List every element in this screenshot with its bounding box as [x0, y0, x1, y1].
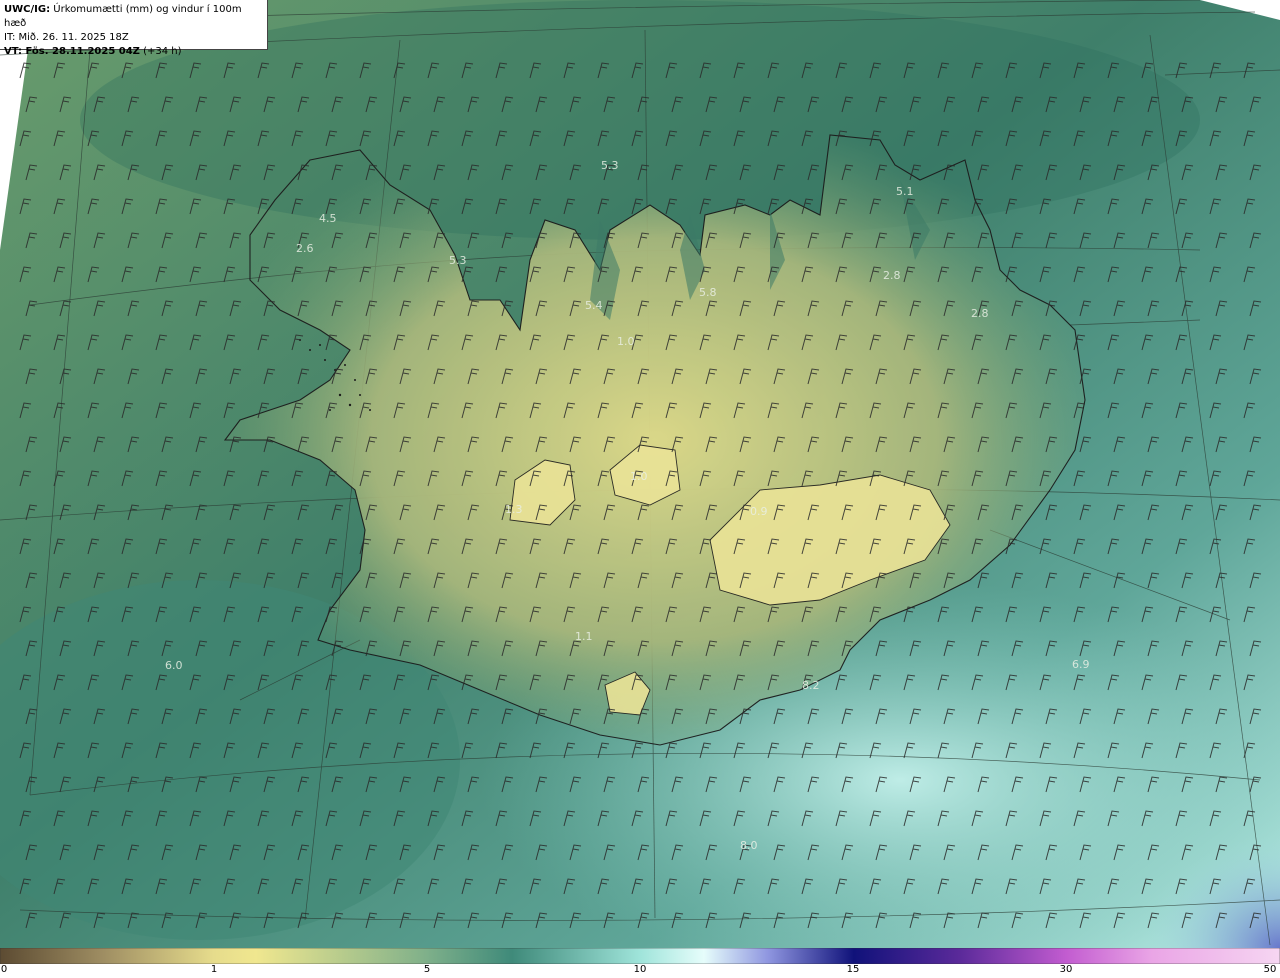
value-label: 5.3: [601, 159, 619, 172]
value-label: 0.9: [750, 505, 768, 518]
initial-time: IT: Mið. 26. 11. 2025 18Z: [4, 32, 129, 43]
value-label: 5.8: [699, 286, 717, 299]
value-label: 1.0: [630, 470, 648, 483]
colorbar: [0, 948, 1280, 964]
colorbar-tick: 15: [846, 964, 860, 975]
value-label: 5.3: [228, 451, 246, 464]
valid-time: VT: Fös. 28.11.2025 04Z (+34 h): [4, 45, 263, 59]
model-name: UWC/IG:: [4, 4, 51, 15]
value-label: 4.5: [319, 212, 337, 225]
value-label: 5.1: [896, 185, 914, 198]
value-label: 5.4: [585, 299, 603, 312]
value-label: 2.6: [296, 242, 314, 255]
map-title: UWC/IG: Úrkomumætti (mm) og vindur í 100…: [4, 3, 263, 31]
map-info-box: UWC/IG: Úrkomumætti (mm) og vindur í 100…: [0, 0, 268, 57]
colorbar-tick: 1: [210, 964, 218, 975]
value-label: 8.2: [802, 679, 820, 692]
value-label: 8.0: [740, 839, 758, 852]
value-label: 5.3: [449, 254, 467, 267]
value-label: 2.8: [971, 307, 989, 320]
value-label: 6.9: [1072, 658, 1090, 671]
value-label: 1.1: [575, 630, 593, 643]
colorbar-tick: 0: [0, 964, 8, 975]
value-label: 1.0: [617, 335, 635, 348]
purple-high-precip: [1050, 760, 1280, 948]
value-label: 1.3: [505, 503, 523, 516]
value-label: 2.8: [883, 269, 901, 282]
colorbar-tick: 50: [1263, 964, 1277, 975]
valid-time-label: VT: Fös. 28.11.2025 04Z: [4, 46, 140, 57]
precipitation-wind-map: 5.3 5.1 4.5 2.6 5.3 5.4 5.8 2.8 2.8 1.0 …: [0, 0, 1280, 948]
forecast-offset: (+34 h): [143, 46, 182, 57]
colorbar-tick: 5: [423, 964, 431, 975]
colorbar-tick: 30: [1059, 964, 1073, 975]
value-label: 6.0: [165, 659, 183, 672]
colorbar-tick: 10: [633, 964, 647, 975]
colorbar-labels: 0 1 5 10 15 30 50: [0, 964, 1280, 978]
